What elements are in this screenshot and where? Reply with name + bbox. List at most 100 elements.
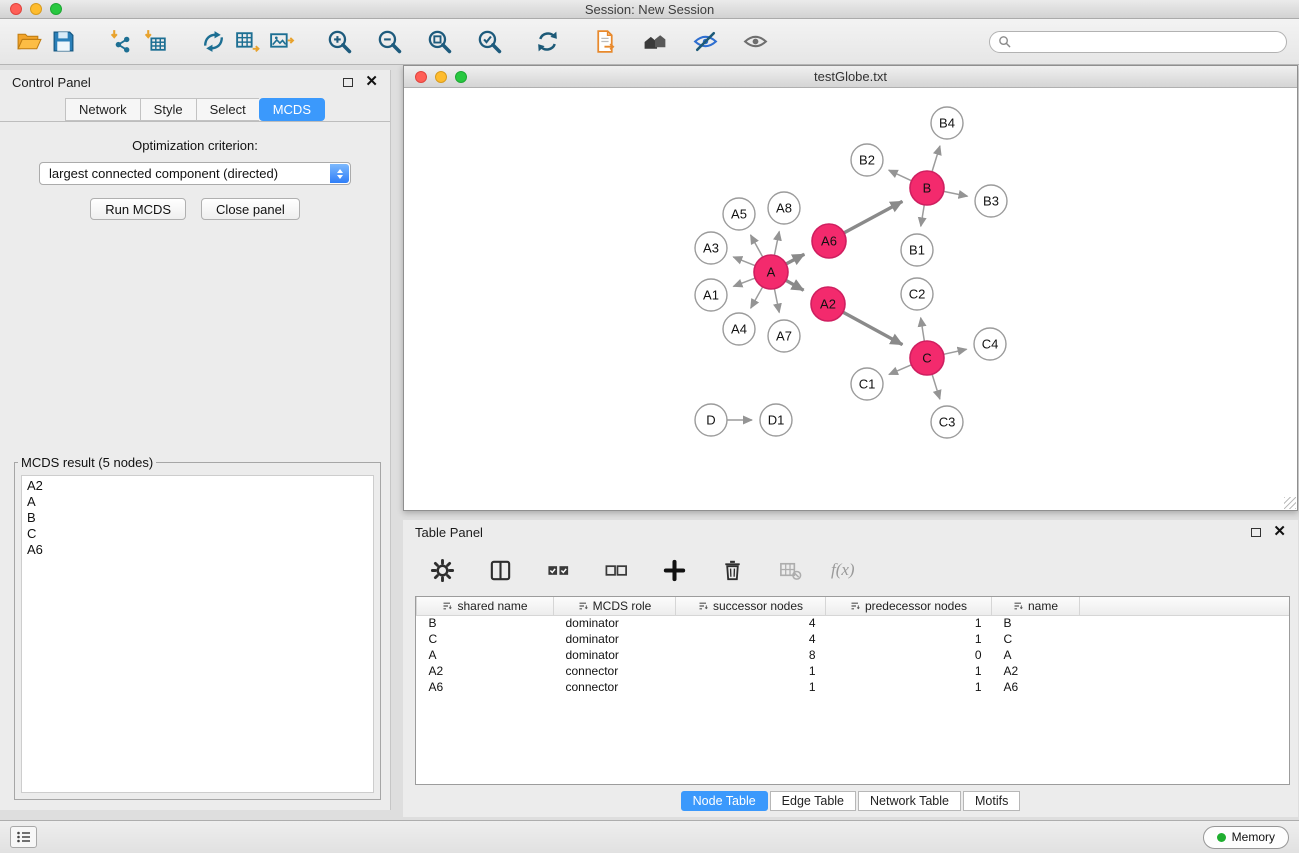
tab-motifs[interactable]: Motifs	[963, 791, 1020, 811]
run-mcds-button[interactable]: Run MCDS	[90, 198, 186, 220]
graph-edge[interactable]	[733, 278, 755, 286]
graph-edge[interactable]	[932, 374, 940, 399]
export-image-button[interactable]	[264, 25, 298, 59]
table-cell[interactable]: 1	[826, 679, 992, 695]
new-network-table-button[interactable]	[230, 25, 264, 59]
table-cell[interactable]: C	[417, 631, 554, 647]
result-item[interactable]: A	[27, 494, 368, 510]
result-item[interactable]: A2	[27, 478, 368, 494]
result-item[interactable]: C	[27, 526, 368, 542]
delete-table-button[interactable]	[773, 553, 807, 587]
table-cell[interactable]: A2	[417, 663, 554, 679]
graph-edge[interactable]	[889, 170, 912, 181]
memory-button[interactable]: Memory	[1203, 826, 1289, 849]
function-builder-button[interactable]: f(x)	[831, 560, 855, 580]
save-session-button[interactable]	[46, 25, 80, 59]
refresh-view-button[interactable]	[530, 25, 564, 59]
graph-edge[interactable]	[932, 146, 940, 172]
graph-edge[interactable]	[844, 201, 902, 233]
deselect-all-button[interactable]	[599, 553, 633, 587]
table-cell[interactable]: C	[992, 631, 1080, 647]
graph-edge[interactable]	[921, 205, 924, 227]
graph-edge[interactable]	[921, 318, 925, 341]
import-network-button[interactable]	[104, 25, 138, 59]
graph-edge[interactable]	[786, 254, 804, 264]
column-header[interactable]: MCDS role	[554, 597, 676, 615]
resize-handle[interactable]	[1284, 497, 1296, 509]
table-settings-button[interactable]	[425, 553, 459, 587]
select-all-button[interactable]	[541, 553, 575, 587]
table-row[interactable]: Adominator80A	[417, 647, 1290, 663]
table-row[interactable]: Cdominator41C	[417, 631, 1290, 647]
graph-edge[interactable]	[751, 235, 763, 257]
table-cell[interactable]: 8	[676, 647, 826, 663]
new-network-button[interactable]	[196, 25, 230, 59]
column-header[interactable]: shared name	[417, 597, 554, 615]
tab-select[interactable]: Select	[196, 98, 259, 121]
graph-edge[interactable]	[944, 349, 967, 354]
column-header[interactable]: predecessor nodes	[826, 597, 992, 615]
network-canvas[interactable]: B4B2BB3A5A8A6B1A3AC2A1A2A4A7C4CC1C3DD1	[404, 89, 1297, 510]
table-cell[interactable]: connector	[554, 663, 676, 679]
close-panel-button[interactable]: Close panel	[201, 198, 300, 220]
hide-graphics-details-button[interactable]	[738, 25, 772, 59]
table-cell[interactable]: dominator	[554, 631, 676, 647]
table-cell[interactable]: 4	[676, 631, 826, 647]
graph-edge[interactable]	[944, 191, 968, 196]
import-table-button[interactable]	[138, 25, 172, 59]
table-cell[interactable]: 1	[676, 663, 826, 679]
tab-network-table[interactable]: Network Table	[858, 791, 961, 811]
zoom-in-button[interactable]	[322, 25, 356, 59]
tab-style[interactable]: Style	[140, 98, 196, 121]
column-header[interactable]: successor nodes	[676, 597, 826, 615]
show-task-history-button[interactable]	[10, 826, 37, 848]
table-row[interactable]: A6connector11A6	[417, 679, 1290, 695]
close-table-panel-icon[interactable]: ✕	[1273, 527, 1286, 537]
zoom-fit-button[interactable]	[422, 25, 456, 59]
table-cell[interactable]: A2	[992, 663, 1080, 679]
delete-columns-button[interactable]	[715, 553, 749, 587]
table-cell[interactable]: A	[417, 647, 554, 663]
graph-edge[interactable]	[774, 232, 779, 256]
table-cell[interactable]: 1	[826, 615, 992, 631]
graph-edge[interactable]	[786, 280, 804, 290]
toolbar-search[interactable]	[989, 31, 1287, 53]
result-item[interactable]: A6	[27, 542, 368, 558]
table-cell[interactable]: A	[992, 647, 1080, 663]
home-button[interactable]	[638, 25, 672, 59]
optimization-dropdown[interactable]: largest connected component (directed)	[39, 162, 351, 185]
tab-node-table[interactable]: Node Table	[681, 791, 768, 811]
table-cell[interactable]: A6	[417, 679, 554, 695]
show-columns-button[interactable]	[483, 553, 517, 587]
table-cell[interactable]: B	[992, 615, 1080, 631]
table-cell[interactable]: dominator	[554, 615, 676, 631]
tab-network[interactable]: Network	[65, 98, 140, 121]
new-column-button[interactable]	[657, 553, 691, 587]
graph-edge[interactable]	[751, 287, 763, 308]
zoom-out-button[interactable]	[372, 25, 406, 59]
table-cell[interactable]: 0	[826, 647, 992, 663]
zoom-selected-button[interactable]	[472, 25, 506, 59]
mcds-result-list[interactable]: A2ABCA6	[21, 475, 374, 793]
graph-edge[interactable]	[889, 365, 911, 375]
table-cell[interactable]: 4	[676, 615, 826, 631]
table-row[interactable]: A2connector11A2	[417, 663, 1290, 679]
table-cell[interactable]: A6	[992, 679, 1080, 695]
table-cell[interactable]: 1	[826, 631, 992, 647]
float-panel-icon[interactable]	[343, 78, 353, 87]
network-graph[interactable]: B4B2BB3A5A8A6B1A3AC2A1A2A4A7C4CC1C3DD1	[404, 89, 1297, 510]
table-cell[interactable]: 1	[826, 663, 992, 679]
table-cell[interactable]: 1	[676, 679, 826, 695]
column-header[interactable]: name	[992, 597, 1080, 615]
close-panel-icon[interactable]: ✕	[365, 77, 378, 87]
float-table-panel-icon[interactable]	[1251, 528, 1261, 537]
result-item[interactable]: B	[27, 510, 368, 526]
graph-edge[interactable]	[843, 312, 902, 344]
tab-edge-table[interactable]: Edge Table	[770, 791, 856, 811]
table-row[interactable]: Bdominator41B	[417, 615, 1290, 631]
graph-edge[interactable]	[774, 289, 779, 313]
open-file-button[interactable]	[12, 25, 46, 59]
table-cell[interactable]: B	[417, 615, 554, 631]
export-document-button[interactable]	[588, 25, 622, 59]
tab-mcds[interactable]: MCDS	[259, 98, 325, 121]
